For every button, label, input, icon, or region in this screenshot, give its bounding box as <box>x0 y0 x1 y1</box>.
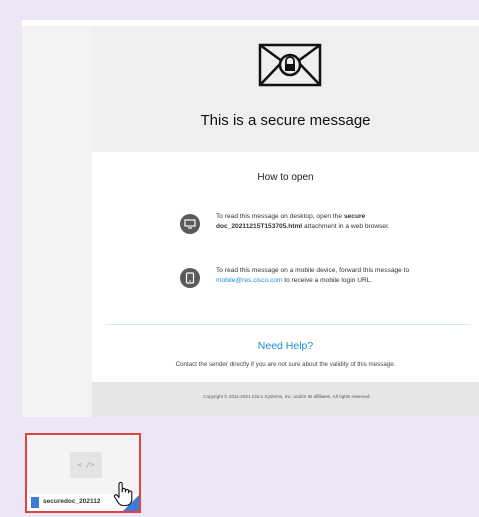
html-preview-icon: < /> <box>70 452 102 478</box>
tablet-icon <box>180 268 200 288</box>
copyright-text: Copyright © 2011-2021 Cisco Systems, Inc… <box>203 394 371 399</box>
desktop-icon <box>180 214 200 234</box>
attachment-tile[interactable]: < /> securedoc_202112 <box>25 433 141 513</box>
mobile-email-link[interactable]: mobile@res.cisco.com <box>216 277 282 284</box>
hand-pointer-icon <box>113 481 133 507</box>
mobile-step-suffix: to receive a mobile login URL. <box>282 276 373 284</box>
left-gutter <box>22 26 92 417</box>
email-body: This is a secure message How to open To … <box>22 20 479 417</box>
divider <box>105 324 471 325</box>
need-help-link[interactable]: Need Help? <box>92 340 479 352</box>
secure-message-card: This is a secure message How to open To … <box>92 26 479 417</box>
desktop-instructions: To read this message on desktop, open th… <box>216 212 416 231</box>
contact-sender-note: Contact the sender directly if you are n… <box>175 361 396 368</box>
locked-envelope-icon <box>258 43 322 87</box>
mobile-instructions: To read this message on a mobile device,… <box>216 266 416 285</box>
message-header: This is a secure message <box>92 26 479 152</box>
desktop-step-suffix: attachment in a web browser. <box>302 222 390 230</box>
message-footer: Copyright © 2011-2021 Cisco Systems, Inc… <box>92 382 479 417</box>
desktop-step-prefix: To read this message on desktop, open th… <box>216 213 344 220</box>
document-icon <box>31 497 39 508</box>
how-to-open-heading: How to open <box>257 172 314 183</box>
message-title: This is a secure message <box>200 112 371 129</box>
mobile-step-prefix: To read this message on a mobile device,… <box>216 267 410 274</box>
attachment-name: securedoc_202112 <box>43 498 101 505</box>
